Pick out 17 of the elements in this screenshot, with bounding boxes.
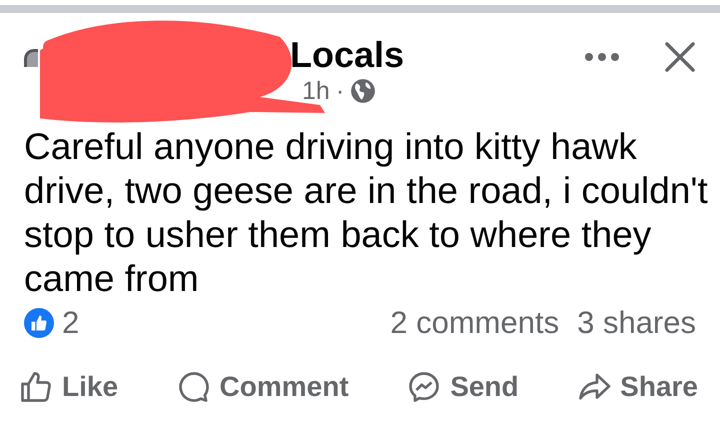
share-count[interactable]: 3 shares <box>577 305 696 341</box>
thumbs-up-icon <box>18 369 54 405</box>
like-reaction-icon <box>24 308 54 338</box>
send-button[interactable]: Send <box>406 369 519 405</box>
group-name[interactable]: Locals <box>290 35 404 75</box>
comment-count[interactable]: 2 comments <box>390 305 560 341</box>
post-time: 1h <box>302 76 330 107</box>
like-button[interactable]: Like <box>18 369 118 405</box>
reaction-count[interactable]: 2 <box>62 305 80 341</box>
post-text: Careful anyone driving into kitty hawk drive, two geese are in the road, i couldn't stop to usher them back to where they came from <box>24 125 709 301</box>
globe-icon <box>350 78 376 104</box>
more-options-icon[interactable] <box>584 52 620 62</box>
share-button[interactable]: Share <box>576 369 698 405</box>
separator-dot: · <box>336 76 344 107</box>
close-icon[interactable] <box>664 41 696 73</box>
avatar[interactable] <box>24 49 38 67</box>
comment-button[interactable]: Comment <box>176 369 349 405</box>
